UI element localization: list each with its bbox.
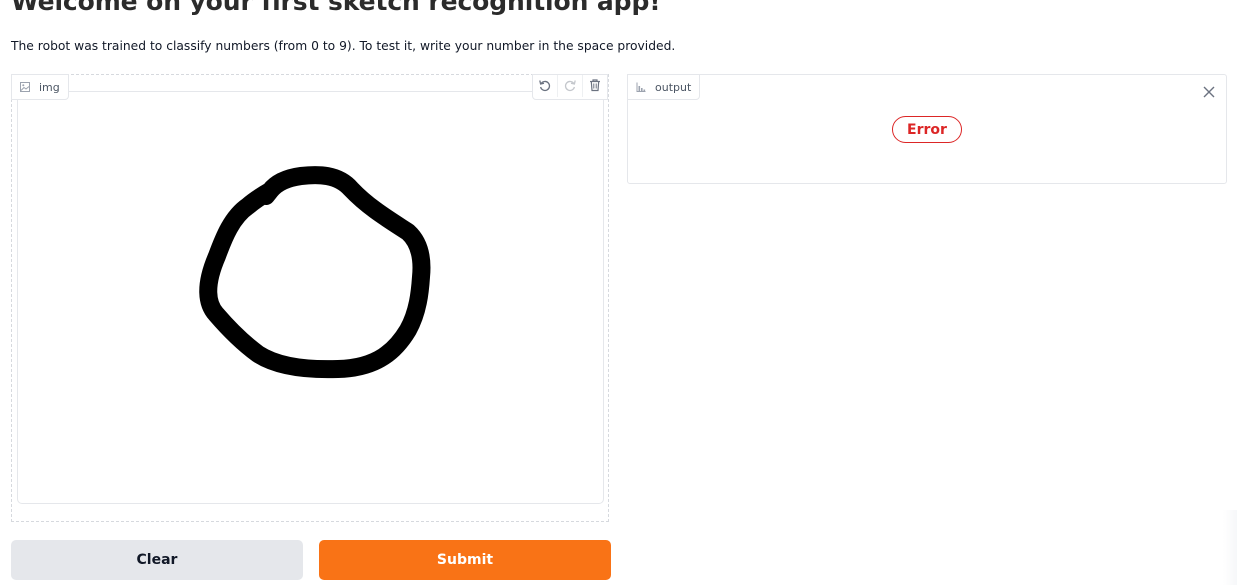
page-description: The robot was trained to classify number… xyxy=(11,39,676,53)
clear-canvas-button[interactable] xyxy=(582,75,607,97)
error-status-badge: Error xyxy=(892,116,962,143)
sketch-stroke xyxy=(199,166,431,379)
redo-button[interactable] xyxy=(557,75,582,97)
undo-icon xyxy=(538,77,552,96)
submit-button[interactable]: Submit xyxy=(319,540,611,580)
image-icon xyxy=(20,82,30,92)
input-label-tag: img xyxy=(11,74,69,100)
input-label-text: img xyxy=(39,80,60,94)
output-label-tag: output xyxy=(627,74,701,100)
sketch-input-panel: img xyxy=(11,74,609,522)
edge-shadow xyxy=(1223,510,1237,585)
canvas-toolbar xyxy=(532,74,608,100)
undo-button[interactable] xyxy=(533,75,557,97)
output-label-text: output xyxy=(655,80,692,94)
close-icon xyxy=(1202,84,1216,103)
trash-icon xyxy=(588,77,602,96)
clear-button[interactable]: Clear xyxy=(11,540,303,580)
redo-icon xyxy=(563,77,577,96)
close-output-button[interactable] xyxy=(1202,84,1216,98)
page-title: Welcome on your first sketch recognition… xyxy=(11,0,661,16)
sketch-canvas[interactable] xyxy=(17,91,604,504)
chart-icon xyxy=(636,82,646,92)
output-panel: output Error xyxy=(627,74,1227,184)
